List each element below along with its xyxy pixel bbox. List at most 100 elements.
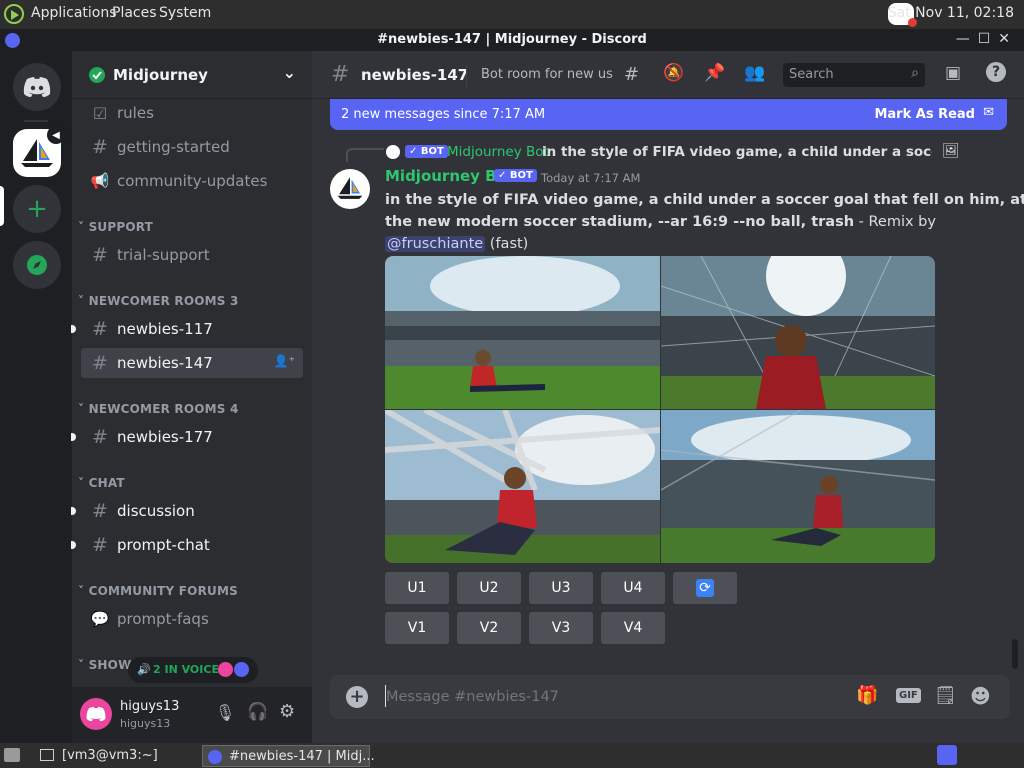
close-icon[interactable]: ✕ bbox=[998, 31, 1018, 47]
message-timestamp[interactable]: Today at 7:17 AM bbox=[541, 171, 640, 185]
gif-button[interactable]: GIF bbox=[896, 688, 921, 703]
variation-3-button[interactable]: V3 bbox=[529, 612, 593, 644]
upscale-1-button[interactable]: U1 bbox=[385, 572, 449, 604]
channel-name: newbies-147 bbox=[361, 66, 469, 84]
mark-as-read-button[interactable]: Mark As Read bbox=[874, 107, 975, 122]
category-support[interactable]: ˅ SUPPORT bbox=[78, 220, 153, 234]
forum-icon: 💬 bbox=[90, 610, 110, 628]
os-top-panel: Applications Places System Sat Nov 11, 0… bbox=[0, 0, 1024, 29]
speaker-icon: ◀ bbox=[47, 126, 65, 144]
user-mention[interactable]: @fruschiante bbox=[385, 236, 486, 252]
channel-label: trial-support bbox=[117, 246, 210, 264]
category-label: NEWCOMER ROOMS 4 bbox=[88, 402, 239, 416]
gift-icon[interactable]: 🎁 bbox=[856, 685, 878, 706]
variation-2-button[interactable]: V2 bbox=[457, 612, 521, 644]
category-chat[interactable]: ˅ CHAT bbox=[78, 476, 125, 490]
generated-image-2[interactable] bbox=[661, 256, 935, 409]
attach-plus-icon[interactable]: + bbox=[346, 686, 368, 708]
bot-badge: ✓ BOT bbox=[494, 169, 537, 182]
explore-servers-button[interactable] bbox=[13, 241, 61, 289]
minimize-icon[interactable]: — bbox=[956, 31, 978, 47]
emoji-icon[interactable]: ☻ bbox=[970, 684, 991, 708]
channel-topic[interactable]: Bot room for new us... bbox=[481, 67, 613, 82]
maximize-icon[interactable]: ☐ bbox=[978, 31, 999, 47]
mute-mic-icon[interactable]: 🎙 bbox=[215, 703, 235, 722]
hash-icon: # bbox=[92, 534, 108, 556]
speaker-icon: 🔊 bbox=[137, 663, 151, 676]
channel-newbies-117[interactable]: # newbies-117 bbox=[81, 314, 303, 344]
upscale-2-button[interactable]: U2 bbox=[457, 572, 521, 604]
hash-icon: # bbox=[92, 136, 108, 158]
generated-image-1[interactable] bbox=[385, 256, 660, 409]
category-community-forums[interactable]: ˅ COMMUNITY FORUMS bbox=[78, 584, 238, 598]
mark-read-icon: ✉ bbox=[983, 105, 994, 120]
server-midjourney[interactable]: ◀ bbox=[13, 126, 65, 177]
os-menu-system[interactable]: System bbox=[159, 5, 211, 21]
discord-home-button[interactable] bbox=[13, 63, 61, 111]
pin-icon[interactable]: 📌 bbox=[704, 63, 725, 83]
upscale-3-button[interactable]: U3 bbox=[529, 572, 593, 604]
notification-bell-muted-icon[interactable]: 🔕 bbox=[663, 63, 684, 83]
taskbar-discord[interactable]: #newbies-147 | Midj... bbox=[202, 745, 375, 767]
scrollbar-thumb[interactable] bbox=[1012, 639, 1018, 669]
threaded-hash-icon: # bbox=[92, 426, 108, 448]
announcement-icon: 📢 bbox=[90, 172, 110, 190]
search-placeholder: Search bbox=[789, 67, 834, 82]
channel-trial-support[interactable]: # trial-support bbox=[81, 240, 303, 270]
category-newcomer-rooms-4[interactable]: ˅ NEWCOMER ROOMS 4 bbox=[78, 402, 239, 416]
reroll-button[interactable]: ⟳ bbox=[673, 572, 737, 604]
channel-getting-started[interactable]: # getting-started bbox=[81, 132, 303, 162]
variation-1-button[interactable]: V1 bbox=[385, 612, 449, 644]
message-input[interactable] bbox=[386, 685, 786, 709]
username[interactable]: higuys13 bbox=[120, 699, 179, 714]
new-messages-banner[interactable]: 2 new messages since 7:17 AM Mark As Rea… bbox=[330, 99, 1007, 130]
headphones-icon[interactable]: 🎧 bbox=[247, 702, 268, 722]
category-label: SUPPORT bbox=[88, 220, 154, 234]
compass-icon bbox=[27, 255, 47, 275]
voice-indicator[interactable]: 🔊 2 IN VOICE bbox=[128, 657, 258, 683]
os-menu-places[interactable]: Places bbox=[112, 5, 157, 21]
category-newcomer-rooms-3[interactable]: ˅ NEWCOMER ROOMS 3 bbox=[78, 294, 239, 308]
generated-image-4[interactable] bbox=[661, 410, 935, 563]
help-icon[interactable]: ? bbox=[986, 62, 1006, 82]
upscale-4-button[interactable]: U4 bbox=[601, 572, 665, 604]
generated-image-grid[interactable] bbox=[385, 256, 935, 563]
channel-sidebar: Midjourney ⌄ ☑ rules # getting-started 📢 co… bbox=[71, 51, 312, 743]
os-menu-applications[interactable]: Applications bbox=[31, 5, 117, 21]
channel-label: community-updates bbox=[117, 172, 268, 190]
reply-preview-text[interactable]: in the style of FIFA video game, a child… bbox=[542, 144, 932, 160]
channel-community-updates[interactable]: 📢 community-updates bbox=[81, 166, 303, 196]
generated-image-3[interactable] bbox=[385, 410, 660, 563]
threads-icon[interactable]: # bbox=[624, 64, 639, 85]
discord-tray-icon[interactable] bbox=[937, 745, 957, 765]
search-input[interactable]: Search ⌕ bbox=[783, 63, 925, 87]
verified-icon bbox=[89, 67, 105, 83]
channel-prompt-chat[interactable]: # prompt-chat bbox=[81, 530, 303, 560]
category-label: COMMUNITY FORUMS bbox=[88, 584, 238, 598]
inbox-icon[interactable]: ▣ bbox=[945, 63, 961, 83]
channel-label: newbies-117 bbox=[117, 320, 213, 338]
window-title: #newbies-147 | Midjourney - Discord bbox=[377, 32, 647, 47]
channel-newbies-147[interactable]: # newbies-147 👤⁺ bbox=[81, 348, 303, 378]
channel-newbies-177[interactable]: # newbies-177 bbox=[81, 422, 303, 452]
os-logo-icon[interactable] bbox=[4, 4, 24, 24]
hash-icon: # bbox=[92, 500, 108, 522]
member-list-icon[interactable]: 👥 bbox=[744, 63, 765, 83]
invite-member-icon[interactable]: 👤⁺ bbox=[274, 354, 295, 368]
taskbar-terminal[interactable]: [vm3@vm3:~] bbox=[62, 748, 158, 763]
avatar[interactable] bbox=[80, 698, 112, 730]
channel-prompt-faqs[interactable]: 💬 prompt-faqs bbox=[81, 604, 303, 634]
channel-rules[interactable]: ☑ rules bbox=[81, 98, 303, 128]
sticker-icon[interactable]: 🗒 bbox=[934, 685, 957, 706]
reply-author[interactable]: Midjourney Bot bbox=[447, 144, 549, 160]
os-clock[interactable]: Sat Nov 11, 02:18 bbox=[888, 5, 1014, 21]
server-header[interactable]: Midjourney ⌄ bbox=[72, 51, 312, 99]
channel-discussion[interactable]: # discussion bbox=[81, 496, 303, 526]
reply-connector bbox=[346, 148, 384, 162]
avatar[interactable] bbox=[330, 169, 370, 209]
variation-4-button[interactable]: V4 bbox=[601, 612, 665, 644]
show-desktop-icon[interactable] bbox=[4, 748, 20, 762]
gear-icon[interactable]: ⚙ bbox=[279, 701, 295, 722]
server-rail: ◀ + bbox=[0, 51, 72, 743]
add-server-button[interactable]: + bbox=[13, 185, 61, 233]
